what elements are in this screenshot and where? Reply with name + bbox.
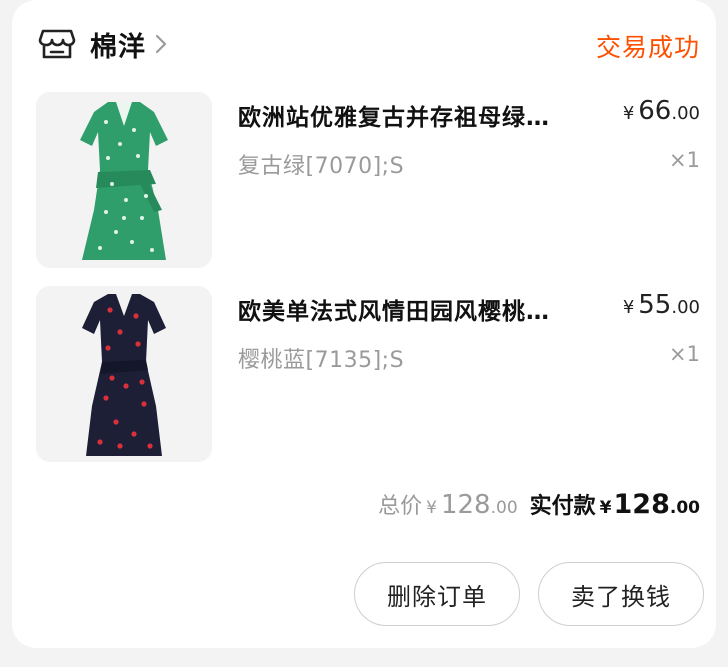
delete-order-button[interactable]: 删除订单 [354, 562, 520, 626]
product-title[interactable]: 欧美单法式风情田园风樱桃… [238, 292, 608, 326]
product-sku: 复古绿[7070];S [238, 154, 405, 179]
total-price-decimal: .00 [490, 498, 518, 518]
shop-name[interactable]: 棉洋 [90, 25, 146, 64]
product-thumbnail[interactable] [36, 286, 212, 462]
chevron-right-icon[interactable] [154, 33, 168, 55]
price-decimal: .00 [671, 103, 700, 124]
currency-symbol: ¥ [622, 297, 635, 318]
order-item[interactable]: 欧洲站优雅复古并存祖母绿… 复古绿[7070];S ¥66.00 ×1 [36, 92, 700, 268]
product-price: ¥66.00 [623, 96, 700, 126]
sell-item-button[interactable]: 卖了换钱 [538, 562, 704, 626]
order-totals: 总价 ¥ 128 .00 实付款 ¥ 128 .00 [378, 488, 700, 520]
order-item[interactable]: 欧美单法式风情田园风樱桃… 樱桃蓝[7135];S ¥55.00 ×1 [36, 286, 700, 462]
paid-amount-integer: 128 [613, 489, 670, 520]
product-quantity: ×1 [669, 342, 700, 366]
order-status: 交易成功 [595, 33, 700, 62]
total-price-label: 总价 [378, 494, 423, 519]
paid-amount-label: 实付款 [529, 494, 596, 519]
product-thumbnail[interactable] [36, 92, 212, 268]
shop-header[interactable]: 棉洋 [38, 24, 168, 64]
price-integer: 55 [638, 290, 672, 320]
product-title[interactable]: 欧洲站优雅复古并存祖母绿… [238, 98, 608, 132]
order-card[interactable]: 棉洋 交易成功 欧洲站优雅复古并存祖母绿… 复古绿[7070];S ¥ 66.0… [12, 0, 716, 648]
price-decimal: .00 [671, 297, 700, 318]
paid-amount-decimal: .00 [669, 498, 700, 518]
total-price-integer: 128 [440, 490, 491, 520]
product-price: ¥55.00 [623, 290, 700, 320]
price-integer: 66 [638, 96, 672, 126]
total-currency-symbol: ¥ [426, 498, 437, 518]
currency-symbol: ¥ [622, 103, 635, 124]
product-quantity: ×1 [669, 148, 700, 172]
product-sku: 樱桃蓝[7135];S [238, 348, 405, 373]
shop-icon [38, 25, 76, 63]
paid-currency-symbol: ¥ [599, 498, 612, 518]
